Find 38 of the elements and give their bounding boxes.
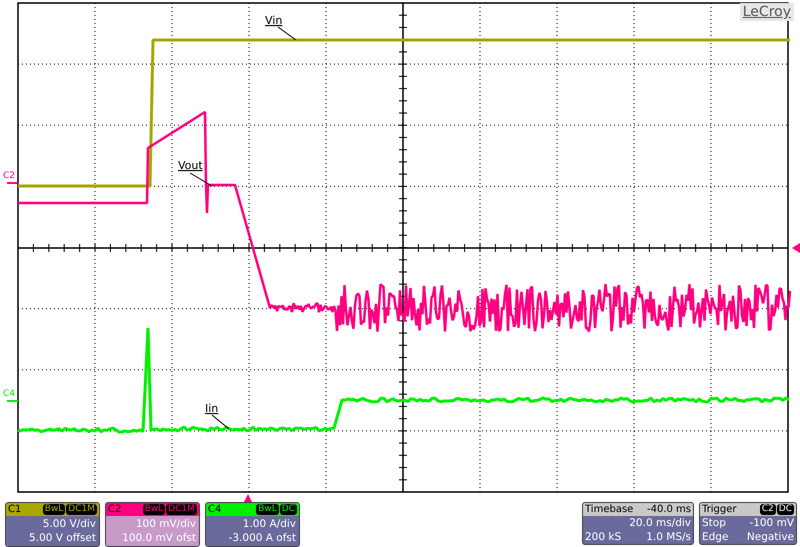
trigger-panel[interactable]: Trigger C2 DC Stop -100 mV Edge Negative: [699, 502, 797, 545]
channel-name: C2: [108, 504, 122, 515]
trigger-source-badge: C2: [760, 504, 776, 515]
bandwidth-badge: BwL: [256, 504, 279, 515]
trace-label: Vout: [178, 159, 203, 172]
vertical-offset: -3.000 A ofst: [228, 531, 296, 545]
channel-panel[interactable]: C1 BwL DC1M 5.00 V/div 5.00 V offset: [5, 502, 100, 547]
trace-label: Vin: [265, 14, 282, 27]
trace-label: Iin: [205, 402, 218, 415]
time-scale: 20.0 ms/div: [629, 516, 691, 530]
coupling-badge: DC: [280, 504, 297, 515]
brand-logo: LeCroy: [740, 3, 794, 21]
panel-title: Trigger: [702, 504, 738, 515]
coupling-badge: DC1M: [66, 504, 97, 515]
vertical-scale: 5.00 V/div: [42, 517, 96, 531]
channel-name: C1: [8, 504, 22, 515]
vertical-scale: 1.00 A/div: [242, 517, 296, 531]
timebase-panel[interactable]: Timebase -40.0 ms 20.0 ms/div 200 kS 1.0 MS/s: [582, 502, 694, 545]
trigger-type: Edge: [702, 530, 728, 544]
vertical-scale: 100 mV/div: [134, 517, 196, 531]
channel-panel[interactable]: C4 BwL DC 1.00 A/div -3.000 A ofst: [205, 502, 300, 547]
sample-rate: 1.0 MS/s: [646, 530, 691, 544]
bandwidth-badge: BwL: [142, 504, 166, 515]
trigger-coupling-badge: DC: [776, 504, 794, 515]
trigger-threshold: -100 mV: [749, 516, 794, 530]
channel-marker: C2: [3, 171, 16, 181]
bandwidth-badge: BwL: [42, 504, 66, 515]
channel-name: C4: [208, 504, 222, 515]
time-delay: -40.0 ms: [646, 504, 691, 515]
coupling-badge: DC1M: [166, 504, 197, 515]
trigger-mode: Stop: [702, 516, 726, 530]
channel-panel[interactable]: C2 BwL DC1M 100 mV/div 100.0 mV ofst: [105, 502, 200, 547]
trigger-slope: Negative: [746, 530, 794, 544]
panel-title: Timebase: [585, 504, 634, 515]
sample-count: 200 kS: [585, 530, 622, 544]
vertical-offset: 5.00 V offset: [28, 531, 96, 545]
channel-marker: C4: [3, 389, 16, 399]
vertical-offset: 100.0 mV ofst: [121, 531, 196, 545]
